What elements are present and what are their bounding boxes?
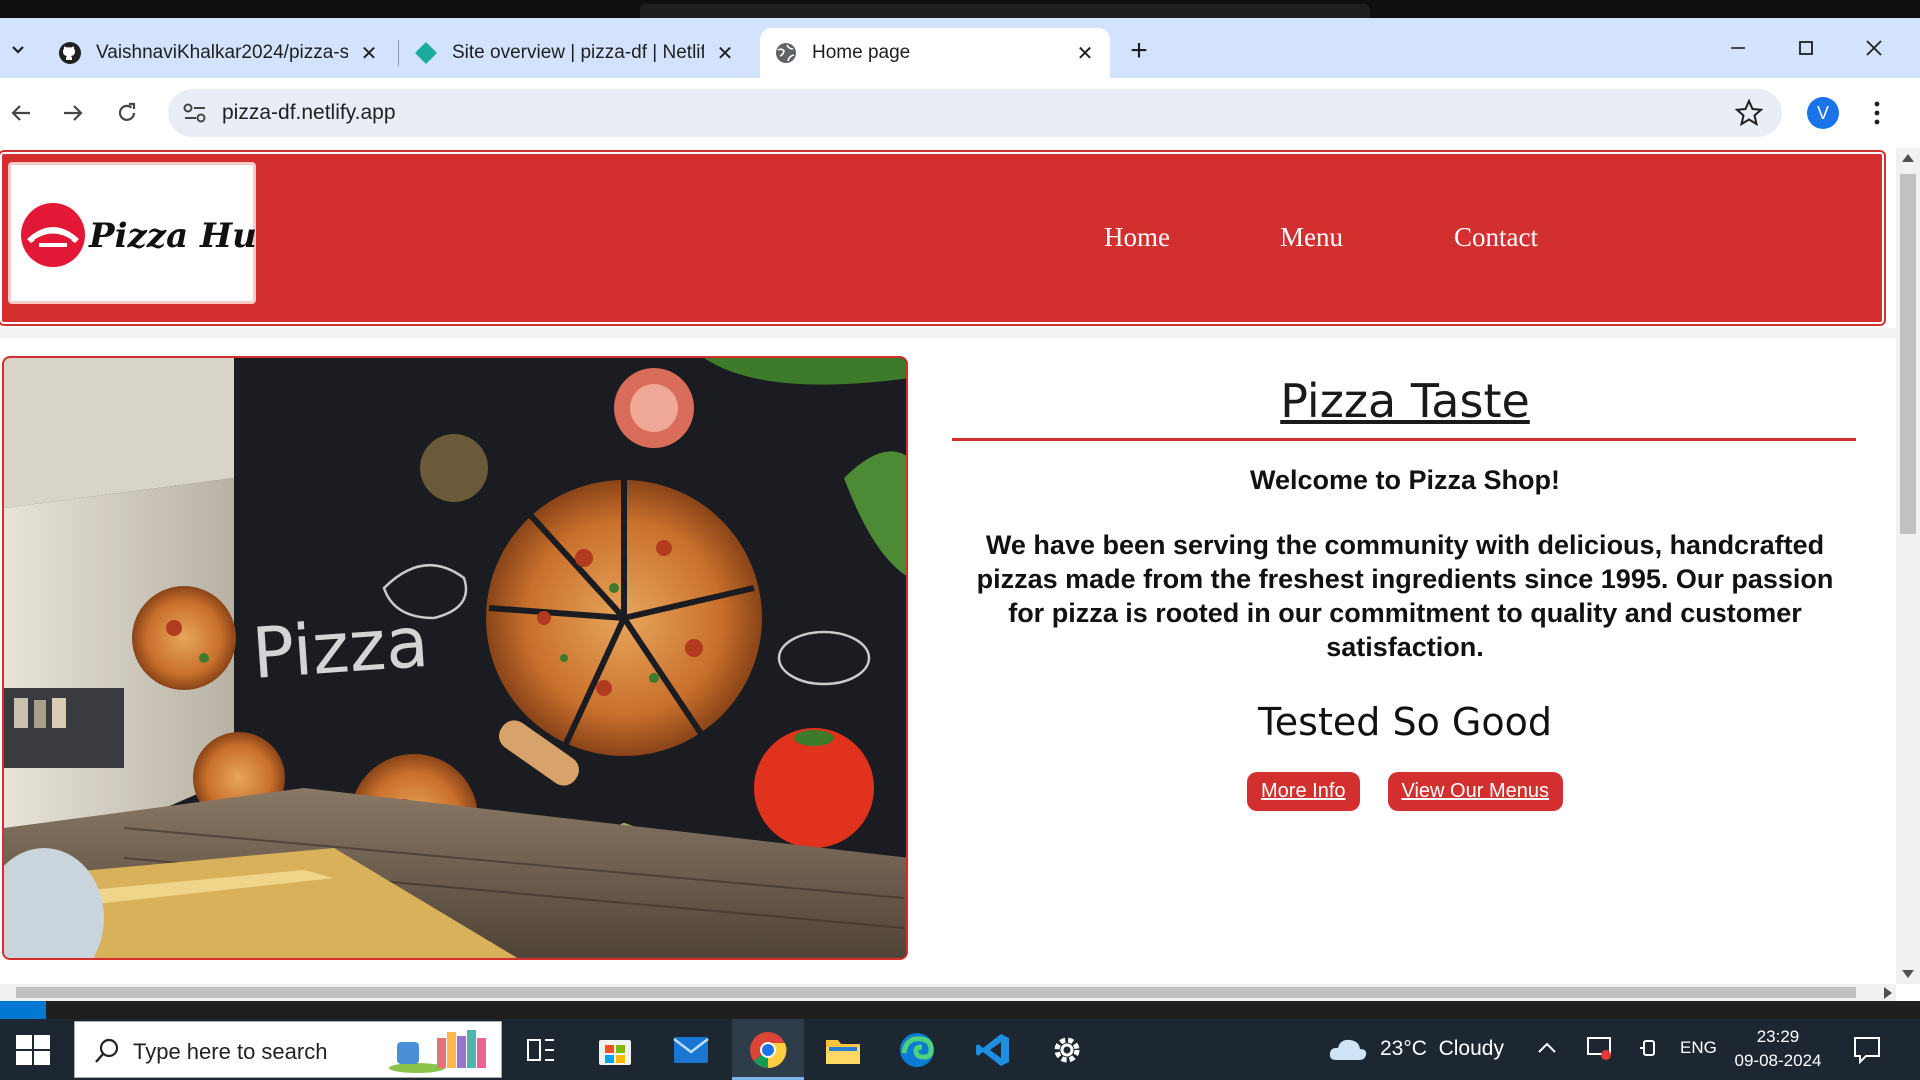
settings-gear-icon[interactable] bbox=[1044, 1027, 1090, 1073]
url-text: pizza-df.netlify.app bbox=[222, 101, 396, 124]
browser-toolbar: pizza-df.netlify.app V bbox=[0, 78, 1920, 148]
browser-tab-netlify[interactable]: Site overview | pizza-df | Netlify ✕ bbox=[400, 28, 750, 78]
tab-title: Home page bbox=[812, 42, 911, 63]
notifications-icon[interactable] bbox=[1852, 1035, 1882, 1065]
nav-contact-link[interactable]: Contact bbox=[1454, 222, 1538, 253]
horizontal-scrollbar[interactable] bbox=[0, 984, 1896, 1001]
minimize-window-icon[interactable] bbox=[1704, 28, 1772, 68]
section-divider bbox=[0, 328, 1896, 338]
background-editor-status-bar bbox=[0, 1001, 1920, 1019]
welcome-text: Welcome to Pizza Shop! bbox=[1249, 465, 1561, 495]
action-buttons: More Info View Our Menus bbox=[952, 772, 1858, 811]
taskbar-search-box[interactable]: Type here to search bbox=[74, 1021, 502, 1078]
task-view-icon[interactable] bbox=[518, 1027, 564, 1073]
address-bar[interactable]: pizza-df.netlify.app bbox=[168, 89, 1782, 137]
horizontal-scrollbar-thumb[interactable] bbox=[16, 987, 1856, 998]
more-info-button[interactable]: More Info bbox=[1247, 772, 1360, 811]
page-heading: Pizza Taste bbox=[1280, 374, 1530, 428]
maximize-window-icon[interactable] bbox=[1772, 28, 1840, 68]
browser-menu-icon[interactable] bbox=[1862, 96, 1892, 130]
pizza-restaurant-image: Pizza bbox=[2, 356, 908, 960]
heading-underline bbox=[952, 438, 1856, 441]
scroll-right-icon[interactable] bbox=[1884, 987, 1892, 999]
back-arrow-icon[interactable] bbox=[0, 92, 42, 134]
globe-icon bbox=[776, 43, 796, 63]
speaker-icon[interactable] bbox=[1638, 1035, 1662, 1066]
windows-taskbar: Type here to search 23°C Cloudy ENG 23:2… bbox=[0, 1019, 1920, 1080]
github-icon bbox=[59, 42, 81, 64]
clock-date: 09-08-2024 bbox=[1734, 1051, 1822, 1070]
taskbar-clock[interactable]: 23:29 09-08-2024 bbox=[1730, 1025, 1826, 1073]
tab-title: VaishnaviKhalkar2024/pizza-sho bbox=[96, 42, 348, 63]
remote-indicator bbox=[0, 1001, 46, 1019]
mail-icon[interactable] bbox=[668, 1027, 714, 1073]
site-settings-icon[interactable] bbox=[182, 101, 208, 125]
search-icon bbox=[95, 1038, 119, 1063]
nav-home-link[interactable]: Home bbox=[1104, 222, 1170, 253]
pizza-hut-logo-image: Pizza Hut bbox=[21, 203, 255, 267]
hero-chalk-text: Pizza bbox=[249, 601, 431, 695]
about-paragraph: We have been serving the community with … bbox=[976, 530, 1834, 662]
close-tab-icon[interactable]: ✕ bbox=[358, 42, 380, 65]
cloud-icon bbox=[1329, 1039, 1367, 1060]
pizza-hut-logo[interactable]: Pizza Hut bbox=[8, 162, 256, 304]
scrollbar-thumb[interactable] bbox=[1900, 174, 1916, 534]
show-hidden-icons-chevron-icon[interactable] bbox=[1538, 1038, 1556, 1058]
search-highlight-books-icon bbox=[389, 1030, 486, 1073]
scroll-up-icon[interactable] bbox=[1902, 154, 1914, 162]
tagline-heading: Tested So Good bbox=[1258, 700, 1552, 744]
forward-arrow-icon[interactable] bbox=[52, 92, 94, 134]
vscode-icon[interactable] bbox=[970, 1027, 1016, 1073]
edge-icon[interactable] bbox=[894, 1027, 940, 1073]
tab-title: Site overview | pizza-df | Netlify bbox=[452, 42, 704, 63]
logo-lettering: Pizza Hut bbox=[88, 216, 255, 256]
desktop-screen: VaishnaviKhalkar2024/pizza-sho ✕ Site ov… bbox=[0, 0, 1920, 1080]
clock-time: 23:29 bbox=[1756, 1027, 1800, 1046]
weather-text: 23°C Cloudy bbox=[1380, 1037, 1504, 1060]
reload-icon[interactable] bbox=[106, 92, 148, 134]
microsoft-store-icon[interactable] bbox=[592, 1027, 638, 1073]
profile-avatar[interactable]: V bbox=[1807, 97, 1839, 129]
search-placeholder: Type here to search bbox=[133, 1039, 328, 1064]
network-icon[interactable] bbox=[1586, 1035, 1612, 1066]
tab-search-chevron-icon[interactable] bbox=[4, 32, 32, 66]
browser-tab-strip: VaishnaviKhalkar2024/pizza-sho ✕ Site ov… bbox=[0, 0, 1920, 78]
view-menus-button[interactable]: View Our Menus bbox=[1387, 772, 1563, 811]
close-tab-icon[interactable]: ✕ bbox=[714, 42, 736, 65]
scroll-down-icon[interactable] bbox=[1902, 970, 1914, 978]
about-section: Pizza Taste Welcome to Pizza Shop! We ha… bbox=[952, 358, 1858, 811]
site-header: Pizza Hut Home Menu Contact bbox=[0, 150, 1886, 326]
windows-start-icon[interactable] bbox=[14, 1033, 52, 1067]
close-window-icon[interactable] bbox=[1840, 28, 1908, 68]
new-tab-button[interactable]: + bbox=[1122, 34, 1156, 68]
page-viewport: Pizza Hut Home Menu Contact Pizza Pizza … bbox=[0, 148, 1920, 1001]
bookmark-star-icon[interactable] bbox=[1734, 98, 1764, 128]
browser-tab-github[interactable]: VaishnaviKhalkar2024/pizza-sho ✕ bbox=[44, 28, 394, 78]
weather-widget[interactable]: 23°C Cloudy bbox=[1328, 1036, 1504, 1062]
file-explorer-icon[interactable] bbox=[820, 1027, 866, 1073]
window-top-edge bbox=[0, 0, 1920, 18]
chrome-icon[interactable] bbox=[745, 1027, 791, 1073]
close-tab-icon[interactable]: ✕ bbox=[1074, 42, 1096, 65]
browser-tab-home-page[interactable]: Home page ✕ bbox=[760, 28, 1110, 78]
language-indicator[interactable]: ENG bbox=[1680, 1038, 1717, 1058]
netlify-icon bbox=[415, 42, 437, 64]
vertical-scrollbar[interactable] bbox=[1896, 148, 1920, 984]
nav-menu-link[interactable]: Menu bbox=[1280, 222, 1343, 253]
